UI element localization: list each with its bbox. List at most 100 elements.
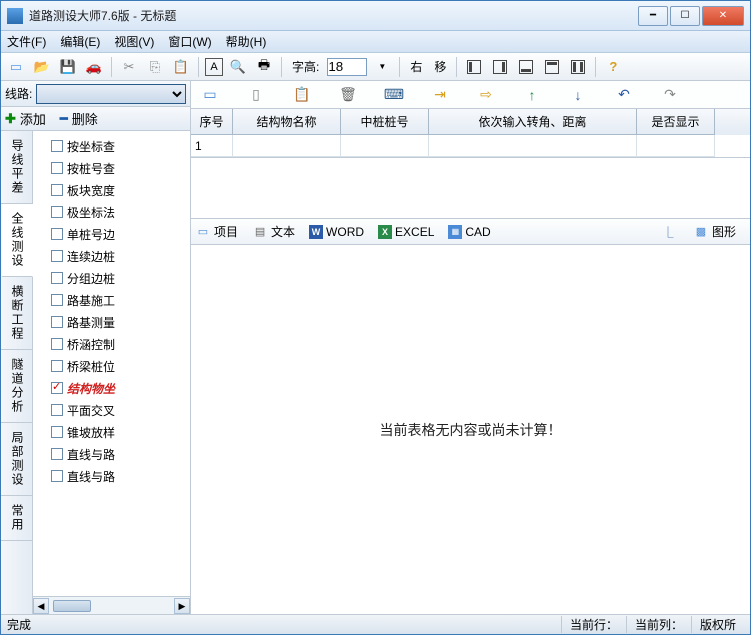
checkbox-icon[interactable]: [51, 272, 63, 284]
align-left-icon[interactable]: [463, 56, 485, 78]
tree-item-5[interactable]: 连续边桩: [51, 245, 188, 267]
copy-icon[interactable]: ⎘: [144, 56, 166, 78]
tree-hscrollbar[interactable]: ◀ ▶: [33, 596, 190, 614]
down-arrow-icon[interactable]: ↓: [567, 84, 589, 106]
vtab-2[interactable]: 横断工程: [1, 277, 32, 350]
save-icon[interactable]: 💾: [57, 56, 79, 78]
undo-icon[interactable]: ↶: [613, 84, 635, 106]
shift-label[interactable]: 移: [434, 58, 446, 75]
tree-item-9[interactable]: 桥涵控制: [51, 333, 188, 355]
fontheight-dropdown-icon[interactable]: ▼: [371, 56, 393, 78]
help-icon[interactable]: ?: [602, 56, 624, 78]
table-row[interactable]: 1: [191, 135, 750, 157]
preview-axis-icon[interactable]: ⎿: [660, 224, 679, 240]
checkbox-icon[interactable]: [51, 206, 63, 218]
cell-name[interactable]: [233, 135, 341, 157]
fontheight-input[interactable]: [327, 58, 367, 76]
col-pile[interactable]: 中桩桩号: [341, 109, 429, 135]
scroll-left-icon[interactable]: ◀: [33, 598, 49, 614]
tree-item-4[interactable]: 单桩号边: [51, 223, 188, 245]
col-show[interactable]: 是否显示: [637, 109, 715, 135]
trash-icon[interactable]: 🗑: [337, 84, 359, 106]
cell-seq[interactable]: 1: [191, 135, 233, 157]
col-name[interactable]: 结构物名称: [233, 109, 341, 135]
preview-project-tab[interactable]: ▭项目: [195, 223, 238, 240]
checkbox-icon[interactable]: [51, 338, 63, 350]
tree-item-2[interactable]: 板块宽度: [51, 179, 188, 201]
checkbox-icon[interactable]: [51, 470, 63, 482]
align-right-icon[interactable]: [489, 56, 511, 78]
checkbox-icon[interactable]: [51, 360, 63, 372]
car-icon[interactable]: 🚗: [83, 56, 105, 78]
zoom-icon[interactable]: 🔍: [227, 56, 249, 78]
insert-right-icon[interactable]: ⇥: [429, 84, 451, 106]
checkbox-icon[interactable]: [51, 250, 63, 262]
checkbox-icon[interactable]: [51, 404, 63, 416]
close-button[interactable]: ✕: [702, 6, 744, 26]
tree-item-12[interactable]: 平面交叉: [51, 399, 188, 421]
tree-item-13[interactable]: 锥坡放样: [51, 421, 188, 443]
checkbox-icon[interactable]: [51, 162, 63, 174]
tree-item-15[interactable]: 直线与路: [51, 465, 188, 487]
tree-item-3[interactable]: 极坐标法: [51, 201, 188, 223]
col-seq[interactable]: 序号: [191, 109, 233, 135]
tree-item-11[interactable]: 结构物坐: [51, 377, 188, 399]
preview-cad-tab[interactable]: ▦CAD: [448, 225, 490, 239]
font-icon[interactable]: A: [205, 58, 223, 76]
remove-button[interactable]: ━删除: [60, 109, 98, 128]
vtab-0[interactable]: 导线平差: [1, 131, 32, 204]
menu-edit[interactable]: 编辑(E): [60, 33, 100, 50]
checkbox-icon[interactable]: [51, 294, 63, 306]
scroll-right-icon[interactable]: ▶: [174, 598, 190, 614]
align-both-icon[interactable]: [567, 56, 589, 78]
vtab-4[interactable]: 局部测设: [1, 423, 32, 496]
minimize-button[interactable]: ━: [638, 6, 668, 26]
right-label[interactable]: 右: [410, 58, 422, 75]
tree-item-10[interactable]: 桥梁桩位: [51, 355, 188, 377]
cell-pile[interactable]: [341, 135, 429, 157]
preview-text-tab[interactable]: ▤文本: [252, 223, 295, 240]
menu-view[interactable]: 视图(V): [114, 33, 154, 50]
tree-item-8[interactable]: 路基测量: [51, 311, 188, 333]
menu-file[interactable]: 文件(F): [7, 33, 46, 50]
preview-graph-tab[interactable]: ▩图形: [693, 223, 736, 240]
doc-blank-icon[interactable]: ▯: [245, 84, 267, 106]
maximize-button[interactable]: ☐: [670, 6, 700, 26]
preview-excel-tab[interactable]: XEXCEL: [378, 225, 434, 239]
checkbox-icon[interactable]: [51, 448, 63, 460]
tree-item-6[interactable]: 分组边桩: [51, 267, 188, 289]
checkbox-icon[interactable]: [51, 140, 63, 152]
preview-word-tab[interactable]: WWORD: [309, 225, 364, 239]
checkbox-icon[interactable]: [51, 228, 63, 240]
cut-icon[interactable]: ✂: [118, 56, 140, 78]
up-arrow-icon[interactable]: ↑: [521, 84, 543, 106]
redo-icon[interactable]: ↷: [659, 84, 681, 106]
cell-show[interactable]: [637, 135, 715, 157]
doc-new-icon[interactable]: ▭: [199, 84, 221, 106]
line-dropdown[interactable]: [36, 84, 186, 104]
align-top-icon[interactable]: [541, 56, 563, 78]
keyboard-icon[interactable]: ⌨: [383, 84, 405, 106]
vtab-1[interactable]: 全线测设: [2, 204, 33, 277]
tree-item-1[interactable]: 按桩号查: [51, 157, 188, 179]
cell-inputs[interactable]: [429, 135, 637, 157]
tree-item-0[interactable]: 按坐标查: [51, 135, 188, 157]
new-icon[interactable]: ▭: [5, 56, 27, 78]
checkbox-icon[interactable]: [51, 426, 63, 438]
paste-doc-icon[interactable]: 📋: [291, 84, 313, 106]
open-icon[interactable]: 📂: [31, 56, 53, 78]
menu-help[interactable]: 帮助(H): [226, 33, 267, 50]
menu-window[interactable]: 窗口(W): [168, 33, 211, 50]
print-icon[interactable]: 🖶: [253, 56, 275, 78]
col-inputs[interactable]: 依次输入转角、距离: [429, 109, 637, 135]
paste-icon[interactable]: 📋: [170, 56, 192, 78]
align-bottom-icon[interactable]: [515, 56, 537, 78]
scroll-thumb[interactable]: [53, 600, 91, 612]
tree-item-14[interactable]: 直线与路: [51, 443, 188, 465]
add-button[interactable]: ✚添加: [5, 109, 46, 128]
vtab-5[interactable]: 常用: [1, 496, 32, 541]
checkbox-icon[interactable]: [51, 316, 63, 328]
checkbox-icon[interactable]: [51, 382, 63, 394]
checkbox-icon[interactable]: [51, 184, 63, 196]
vtab-3[interactable]: 隧道分析: [1, 350, 32, 423]
